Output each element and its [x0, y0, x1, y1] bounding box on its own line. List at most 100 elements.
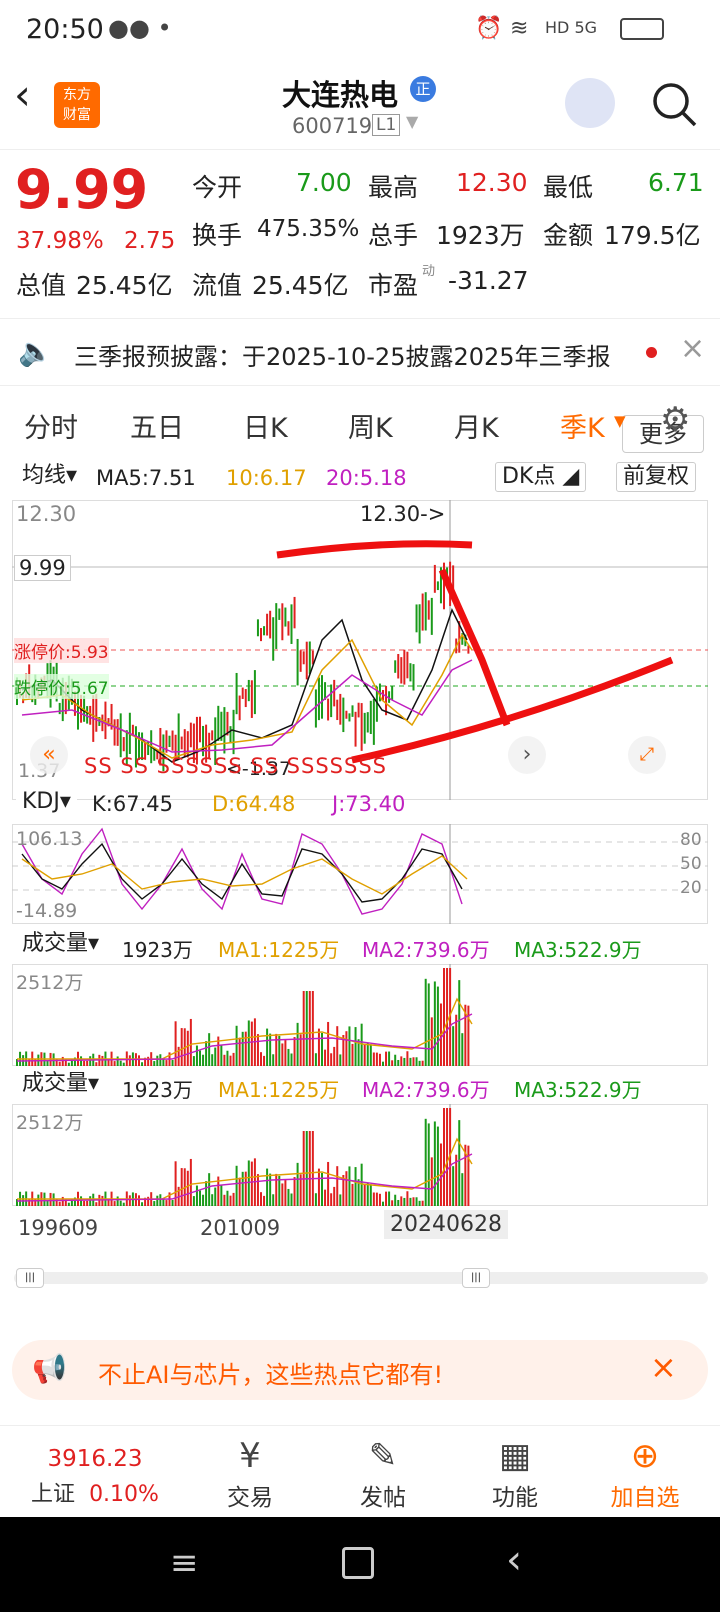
drawn-slope-line: [438, 568, 511, 727]
candle: [348, 713, 351, 722]
volume-bar: [266, 1028, 269, 1066]
kdj-bottom-label: -14.89: [16, 900, 78, 922]
kdj-80-label: 80: [680, 830, 702, 850]
tab-daily[interactable]: 日K: [243, 406, 288, 445]
kline-candles: [16, 561, 470, 772]
volume-bar: [195, 1045, 198, 1066]
candle: [433, 564, 436, 593]
volume-select-2[interactable]: 成交量▾: [16, 1070, 106, 1100]
volume-bar: [388, 1191, 391, 1206]
candle: [260, 628, 262, 642]
volume-bar: [141, 1062, 144, 1066]
fullscreen-icon[interactable]: ⤢: [628, 736, 666, 774]
volume-bar: [83, 1060, 86, 1066]
volume-bar: [138, 1055, 140, 1066]
promo-banner[interactable]: 📢 不止AI与芯片，这些热点它都有! ×: [12, 1340, 708, 1400]
candle: [345, 710, 348, 719]
volume-bar: [162, 1059, 165, 1066]
ma20-value: 20:5.18: [326, 466, 407, 490]
tab-dropdown-icon[interactable]: ▼: [614, 412, 626, 430]
tab-intraday[interactable]: 分时: [24, 406, 78, 445]
tab-quarterly[interactable]: 季K: [560, 406, 605, 445]
volume-bar: [394, 1054, 397, 1066]
back-icon[interactable]: ‹: [14, 70, 31, 119]
dk-point-button[interactable]: DK点 ◢: [495, 462, 587, 492]
vma3-value-1: MA3:522.9万: [514, 938, 642, 962]
volume-bar: [372, 1052, 375, 1066]
candle: [272, 617, 275, 661]
volume-bar: [122, 1202, 125, 1206]
volume-bar: [159, 1054, 162, 1066]
volume-bar: [61, 1196, 64, 1206]
scroll-left-icon[interactable]: «: [30, 736, 68, 774]
volume-bar: [208, 1173, 211, 1206]
tab-weekly[interactable]: 周K: [348, 406, 393, 445]
kline-chart-area[interactable]: 均线▾ MA5:7.51 10:6.17 20:5.18 DK点 ◢ 前复权 1…: [0, 458, 720, 1298]
add-watchlist-button[interactable]: ⊕ 加自选: [590, 1434, 700, 1512]
promo-text: 不止AI与芯片，这些热点它都有!: [98, 1361, 444, 1389]
volume-bar: [205, 1041, 208, 1066]
s-markers: SS SS SSSSSS SS SSSSSSS: [84, 754, 387, 778]
volume-bar: [418, 1060, 421, 1066]
volume-bar: [95, 1202, 98, 1206]
scroll-handle-left[interactable]: |||: [16, 1268, 44, 1288]
menu-icon[interactable]: ≡: [170, 1543, 199, 1583]
banner-close-icon[interactable]: ×: [650, 1348, 677, 1386]
volume-bar: [107, 1060, 110, 1066]
volume-bar: [256, 1034, 259, 1066]
settings-gear-icon[interactable]: ⚙: [660, 400, 690, 440]
quote-panel: 9.99 37.98% 2.75 总值 25.45亿 今开 7.00 最高 12…: [0, 150, 720, 453]
candle: [415, 604, 418, 633]
tab-monthly[interactable]: 月K: [454, 406, 499, 445]
volume-select-1[interactable]: 成交量▾: [16, 930, 106, 960]
volume-bar: [147, 1196, 150, 1206]
function-button[interactable]: ▦ 功能: [460, 1434, 570, 1512]
volume-bar: [180, 1168, 183, 1206]
volume-bar: [406, 1191, 409, 1206]
robot-avatar-icon[interactable]: [565, 78, 615, 128]
candle: [305, 641, 308, 680]
notice-bar[interactable]: 🔈 三季报预披露：于2025-10-25披露2025年三季报 ×: [0, 318, 720, 386]
candle: [333, 679, 336, 707]
tab-5day[interactable]: 五日: [130, 406, 184, 445]
bottom-toolbar: 3916.23 上证 0.10% ¥ 交易 ✎ 发帖 ▦ 功能 ⊕ 加自选: [0, 1425, 720, 1517]
close-icon[interactable]: ×: [680, 331, 705, 366]
volume-bar: [107, 1200, 110, 1206]
volume-bar: [345, 1031, 348, 1066]
candle: [89, 705, 92, 725]
home-icon[interactable]: [342, 1547, 374, 1579]
volume-bar: [351, 1043, 354, 1066]
volume-bar: [345, 1171, 348, 1206]
candle: [409, 663, 412, 682]
volume-bar: [458, 980, 461, 1066]
next-icon[interactable]: ›: [508, 736, 546, 774]
chevron-down-icon[interactable]: ▼: [406, 112, 418, 131]
volume-bar: [421, 1060, 424, 1066]
volume-bar: [415, 1057, 418, 1066]
chart-scrollbar[interactable]: [14, 1272, 708, 1284]
candle: [171, 730, 174, 751]
search-icon[interactable]: [650, 80, 700, 130]
back-nav-icon[interactable]: ‹: [506, 1537, 522, 1583]
scroll-handle-right[interactable]: |||: [462, 1268, 490, 1288]
volume-bar: [272, 1054, 275, 1066]
volume-bar: [186, 1030, 189, 1066]
candle: [119, 713, 122, 758]
volume-bar: [250, 1021, 253, 1066]
volume-bar: [122, 1062, 125, 1066]
index-ticker[interactable]: 3916.23 上证 0.10%: [20, 1434, 170, 1508]
drawn-top-line: [276, 540, 473, 559]
adjust-button[interactable]: 前复权: [616, 462, 697, 492]
kdj-20-label: 20: [680, 878, 702, 898]
volume-bar: [247, 1020, 250, 1066]
kdj-select[interactable]: KDJ▾: [16, 788, 77, 818]
unread-dot: [646, 347, 657, 358]
stock-header: ‹ 东方 财富 大连热电 正 600719 L1 ▼: [0, 60, 720, 150]
volume-bar: [433, 981, 436, 1066]
volume-bar: [186, 1170, 189, 1206]
post-button[interactable]: ✎ 发帖: [328, 1434, 438, 1512]
candle: [217, 705, 220, 741]
volume-bar: [34, 1198, 37, 1206]
ma-select[interactable]: 均线▾: [16, 462, 84, 492]
trade-button[interactable]: ¥ 交易: [195, 1434, 305, 1512]
